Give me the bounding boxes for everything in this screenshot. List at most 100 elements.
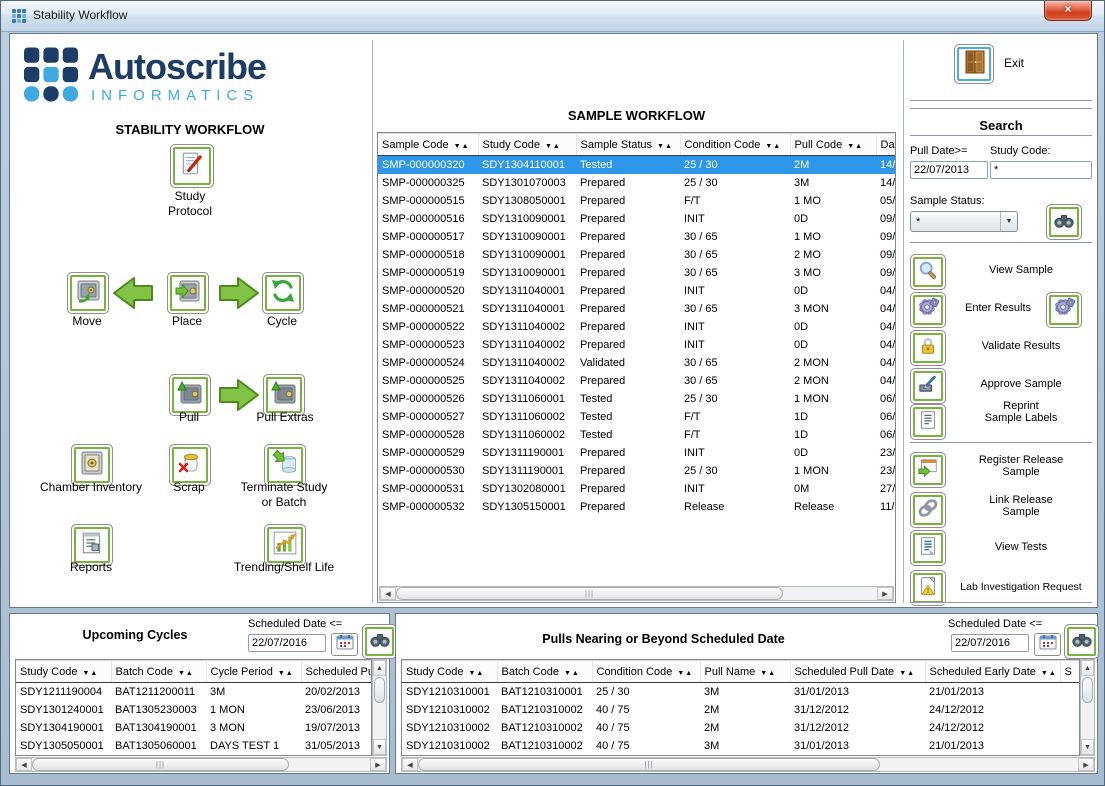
table-row[interactable]: SMP-000000524SDY1311040002Validated30 / … xyxy=(378,354,895,372)
sort-icon[interactable]: ▼▲ xyxy=(657,143,673,150)
scrollbar-track[interactable] xyxy=(783,587,877,600)
sort-icon[interactable]: ▼▲ xyxy=(899,670,915,677)
table-row[interactable]: SMP-000000531SDY1302080001PreparedINIT0M… xyxy=(378,480,895,498)
column-header[interactable]: Pull Name▼▲ xyxy=(700,661,790,683)
register-release-button[interactable] xyxy=(910,452,946,488)
scroll-left-button[interactable]: ◀ xyxy=(16,758,32,771)
study-code-input[interactable] xyxy=(990,161,1092,179)
column-header[interactable]: Scheduled Pull Date▼▲ xyxy=(790,661,925,683)
sort-icon[interactable]: ▼▲ xyxy=(454,143,470,150)
table-row[interactable]: SDY1304190001BAT13041900013 MON19/07/201… xyxy=(16,719,371,737)
column-header[interactable]: Condition Code▼▲ xyxy=(680,134,790,156)
sort-icon[interactable]: ▼▲ xyxy=(765,143,781,150)
table-row[interactable]: SMP-000000526SDY1311060001Tested25 / 301… xyxy=(378,390,895,408)
table-row[interactable]: SMP-000000532SDY1305150001PreparedReleas… xyxy=(378,498,895,516)
sort-icon[interactable]: ▼▲ xyxy=(564,670,580,677)
sort-icon[interactable]: ▼▲ xyxy=(677,670,693,677)
scroll-right-button[interactable]: ▶ xyxy=(1078,758,1094,771)
sample-status-select[interactable]: * ▼ xyxy=(910,211,1018,232)
reprint-labels-button[interactable] xyxy=(910,404,946,440)
table-row[interactable]: SMP-000000517SDY1310090001Prepared30 / 6… xyxy=(378,228,895,246)
table-row[interactable]: SMP-000000527SDY1311060002TestedF/T1D06/ xyxy=(378,408,895,426)
exit-button[interactable] xyxy=(954,44,994,84)
scrollbar-track[interactable] xyxy=(1081,704,1094,739)
sort-icon[interactable]: ▼▲ xyxy=(847,143,863,150)
scrollbar-track[interactable] xyxy=(880,758,1078,771)
scroll-left-button[interactable]: ◀ xyxy=(380,587,396,600)
table-row[interactable]: SMP-000000519SDY1310090001Prepared30 / 6… xyxy=(378,264,895,282)
scrollbar-thumb[interactable] xyxy=(374,677,385,703)
column-header[interactable]: Study Code▼▲ xyxy=(16,661,111,683)
cycle-button[interactable] xyxy=(262,272,304,314)
move-button[interactable] xyxy=(67,272,109,314)
table-row[interactable]: SDY1301240001BAT13052300031 MON23/06/201… xyxy=(16,701,371,719)
table-row[interactable]: SMP-000000518SDY1310090001Prepared30 / 6… xyxy=(378,246,895,264)
scheduled-date-input[interactable] xyxy=(951,634,1029,652)
sort-icon[interactable]: ▼▲ xyxy=(178,670,194,677)
lab-investigation-button[interactable]: ! xyxy=(910,570,946,606)
scroll-up-button[interactable]: ▲ xyxy=(373,660,386,676)
column-header[interactable]: Dat xyxy=(876,134,895,156)
column-header[interactable]: Study Code▼▲ xyxy=(402,661,497,683)
column-header[interactable]: Condition Code▼▲ xyxy=(592,661,700,683)
column-header[interactable]: Sample Code▼▲ xyxy=(378,134,478,156)
table-row[interactable]: SMP-000000529SDY1311190001PreparedINIT0D… xyxy=(378,444,895,462)
sort-icon[interactable]: ▼▲ xyxy=(760,670,776,677)
enter-results-button[interactable] xyxy=(910,292,946,328)
approve-sample-button[interactable] xyxy=(910,368,946,404)
scroll-right-button[interactable]: ▶ xyxy=(877,587,893,600)
table-row[interactable]: SDY1210310002BAT121031000240 / 753M31/01… xyxy=(402,737,1080,755)
column-header[interactable]: Sample Status▼▲ xyxy=(576,134,680,156)
table-row[interactable]: SMP-000000320SDY1304110001Tested25 / 302… xyxy=(378,156,895,175)
calendar-button[interactable] xyxy=(331,633,358,656)
column-header[interactable]: Study Code▼▲ xyxy=(478,134,576,156)
scrollbar-track[interactable] xyxy=(289,758,370,771)
column-header[interactable]: S xyxy=(1060,661,1080,683)
table-row[interactable]: SDY1211190004BAT12112000113M20/02/2013 xyxy=(16,683,371,702)
table-row[interactable]: SDY1210310002BAT121031000240 / 752M31/12… xyxy=(402,701,1080,719)
scroll-left-button[interactable]: ◀ xyxy=(402,758,418,771)
study-protocol-button[interactable] xyxy=(170,144,214,188)
scrollbar-thumb[interactable] xyxy=(1082,677,1093,703)
table-row[interactable]: SMP-000000523SDY1311040002PreparedINIT0D… xyxy=(378,336,895,354)
calendar-button[interactable] xyxy=(1034,633,1061,656)
table-row[interactable]: SMP-000000528SDY1311060002TestedF/T1D06/ xyxy=(378,426,895,444)
scrollbar-thumb[interactable]: ||| xyxy=(396,587,783,600)
sort-icon[interactable]: ▼▲ xyxy=(545,143,561,150)
scroll-right-button[interactable]: ▶ xyxy=(370,758,386,771)
table-row[interactable]: SMP-000000530SDY1311190001Prepared25 / 3… xyxy=(378,462,895,480)
sort-icon[interactable]: ▼▲ xyxy=(278,670,294,677)
scroll-up-button[interactable]: ▲ xyxy=(1081,660,1094,676)
column-header[interactable]: Batch Code▼▲ xyxy=(497,661,592,683)
scrollbar-thumb[interactable]: ||| xyxy=(32,758,289,771)
sort-icon[interactable]: ▼▲ xyxy=(82,670,98,677)
scroll-down-button[interactable]: ▼ xyxy=(1081,739,1094,755)
link-release-button[interactable] xyxy=(910,492,946,528)
column-header[interactable]: Pull Code▼▲ xyxy=(790,134,876,156)
column-header[interactable]: Batch Code▼▲ xyxy=(111,661,206,683)
table-row[interactable]: SMP-000000516SDY1310090001PreparedINIT0D… xyxy=(378,210,895,228)
column-header[interactable]: Scheduled Early Date▼▲ xyxy=(925,661,1060,683)
search-upcoming-button[interactable] xyxy=(362,624,397,659)
table-row[interactable]: SDY1305050001BAT1305060001DAYS TEST 131/… xyxy=(16,737,371,755)
column-header[interactable]: Scheduled Pu xyxy=(301,661,371,683)
search-samples-button[interactable] xyxy=(1046,204,1082,240)
sort-icon[interactable]: ▼▲ xyxy=(1041,670,1057,677)
column-header[interactable]: Cycle Period▼▲ xyxy=(206,661,301,683)
scrollbar-track[interactable] xyxy=(373,704,386,739)
view-sample-button[interactable] xyxy=(910,254,946,290)
table-row[interactable]: SDY1210310002BAT121031000240 / 752M31/12… xyxy=(402,719,1080,737)
scroll-down-button[interactable]: ▼ xyxy=(373,739,386,755)
search-pulls-button[interactable] xyxy=(1064,624,1099,659)
view-tests-button[interactable] xyxy=(910,530,946,566)
table-row[interactable]: SMP-000000522SDY1311040002PreparedINIT0D… xyxy=(378,318,895,336)
validate-results-button[interactable] xyxy=(910,330,946,366)
table-row[interactable]: SMP-000000325SDY1301070003Prepared25 / 3… xyxy=(378,174,895,192)
pull-date-input[interactable] xyxy=(910,161,988,179)
enter-results-batch-button[interactable] xyxy=(1046,292,1082,328)
scrollbar-thumb[interactable]: ||| xyxy=(418,758,880,771)
sort-icon[interactable]: ▼▲ xyxy=(468,670,484,677)
place-button[interactable] xyxy=(167,272,209,314)
table-row[interactable]: SMP-000000520SDY1311040001PreparedINIT0D… xyxy=(378,282,895,300)
scheduled-date-input[interactable] xyxy=(248,634,326,652)
